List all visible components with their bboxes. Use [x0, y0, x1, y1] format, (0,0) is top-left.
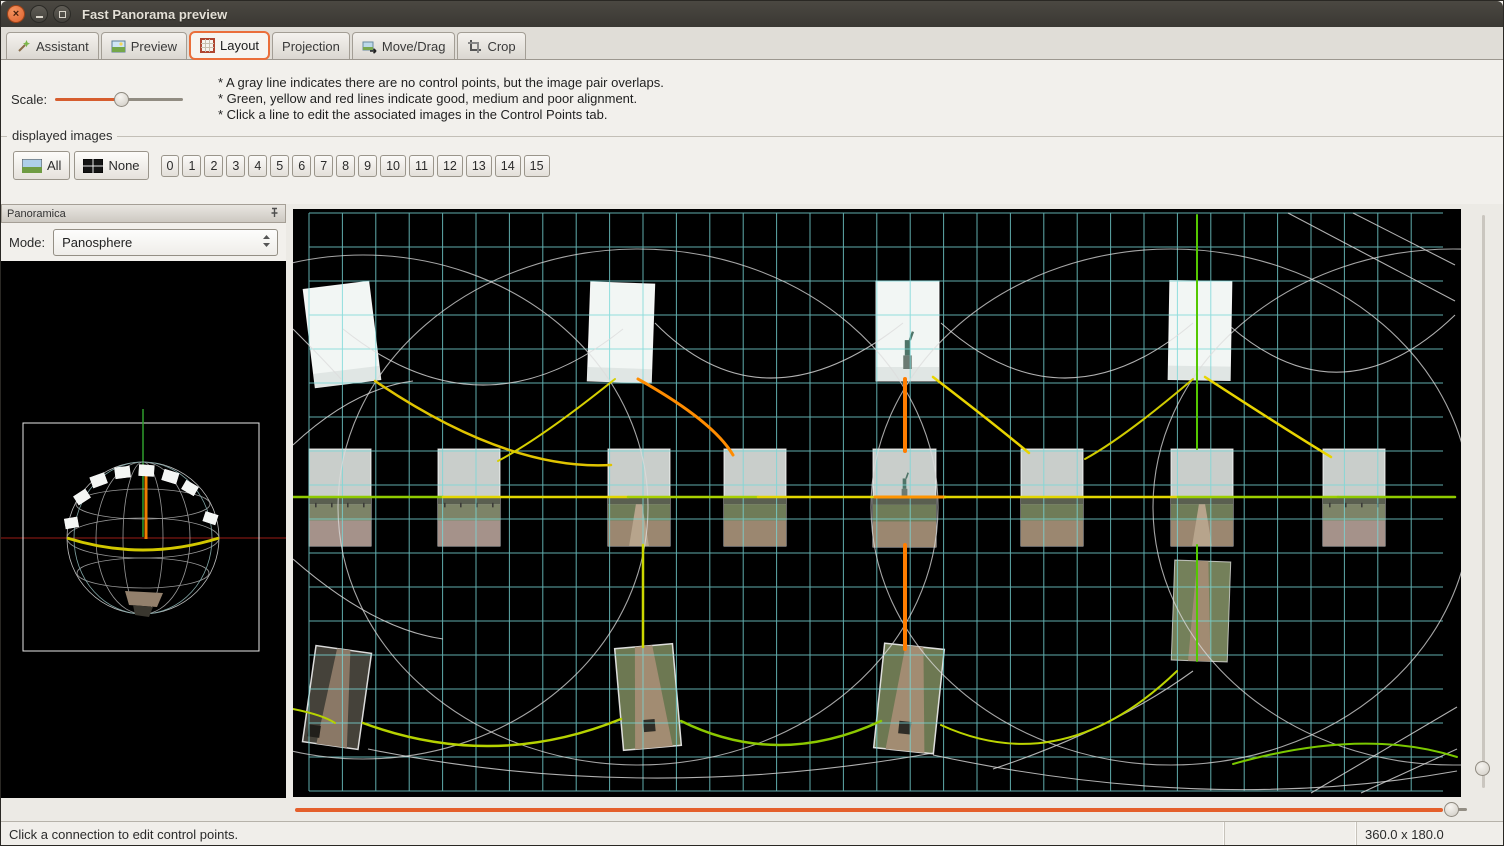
all-button[interactable]: All: [13, 151, 70, 180]
no-images-icon: [83, 159, 103, 173]
image-toggle-0[interactable]: 0: [161, 155, 180, 177]
tab-label: Crop: [487, 39, 515, 54]
image-thumbnail[interactable]: [587, 282, 654, 383]
note-color-lines: * Green, yellow and red lines indicate g…: [218, 91, 664, 107]
layout-icon: [200, 38, 215, 53]
image-toggle-10[interactable]: 10: [380, 155, 406, 177]
spinner-arrows-icon: [262, 234, 271, 251]
all-images-icon: [22, 159, 42, 173]
maximize-button[interactable]: [53, 5, 71, 23]
image-toggle-7[interactable]: 7: [314, 155, 333, 177]
move-drag-icon: [362, 39, 377, 54]
tab-label: Projection: [282, 39, 340, 54]
pano-size-indicator: 360.0 x 180.0: [1357, 822, 1503, 846]
image-toggle-3[interactable]: 3: [226, 155, 245, 177]
vertical-scroll-knob[interactable]: [1475, 761, 1490, 776]
vertical-scroll-track: [1482, 215, 1485, 788]
mode-select[interactable]: Panosphere: [53, 229, 278, 256]
scale-slider[interactable]: [55, 91, 183, 108]
tab-preview[interactable]: Preview: [101, 32, 187, 59]
displayed-images-frame: displayed images All None 0 1 2 3 4 5 6 …: [1, 136, 1503, 204]
image-toggle-group: 0 1 2 3 4 5 6 7 8 9 10 11 12 13 14 15: [161, 155, 550, 177]
image-thumbnail[interactable]: [615, 644, 682, 751]
none-button-label: None: [108, 158, 139, 173]
tab-assistant[interactable]: Assistant: [6, 32, 99, 59]
maximize-icon: [59, 11, 66, 18]
minimize-button[interactable]: [30, 5, 48, 23]
image-toggle-13[interactable]: 13: [466, 155, 492, 177]
image-toggle-2[interactable]: 2: [204, 155, 223, 177]
vertical-scrollbar[interactable]: [1461, 209, 1504, 798]
panosphere-svg[interactable]: [1, 261, 286, 798]
pin-icon[interactable]: [269, 207, 280, 221]
crop-icon: [467, 39, 482, 54]
image-toggle-8[interactable]: 8: [336, 155, 355, 177]
panosphere-panel: Panoramica Mode: Panosphere: [1, 204, 286, 798]
note-gray-line: * A gray line indicates there are no con…: [218, 75, 664, 91]
image-toggle-11[interactable]: 11: [409, 155, 434, 177]
layout-canvas[interactable]: [293, 209, 1461, 797]
tab-bar: Assistant Preview Layout Projection Move…: [1, 27, 1503, 60]
tab-layout[interactable]: Layout: [189, 31, 270, 60]
image-toggle-14[interactable]: 14: [495, 155, 521, 177]
main-area: Panoramica Mode: Panosphere: [1, 204, 1503, 798]
tab-projection[interactable]: Projection: [272, 32, 350, 59]
tab-crop[interactable]: Crop: [457, 32, 525, 59]
titlebar[interactable]: × Fast Panorama preview: [1, 1, 1503, 27]
image-toggle-9[interactable]: 9: [358, 155, 377, 177]
tab-label: Preview: [131, 39, 177, 54]
hscroll-row: [1, 798, 1503, 821]
panel-title: Panoramica: [7, 208, 66, 220]
note-click-line: * Click a line to edit the associated im…: [218, 107, 664, 123]
scale-slider-fill: [55, 98, 122, 101]
mode-label: Mode:: [9, 235, 45, 250]
image-toggle-5[interactable]: 5: [270, 155, 289, 177]
tab-label: Move/Drag: [382, 39, 446, 54]
image-toggle-4[interactable]: 4: [248, 155, 267, 177]
tab-label: Assistant: [36, 39, 89, 54]
window-title: Fast Panorama preview: [82, 7, 227, 22]
preview-icon: [111, 39, 126, 54]
image-toggle-1[interactable]: 1: [182, 155, 201, 177]
horizontal-scrollbar[interactable]: [293, 798, 1471, 821]
none-button[interactable]: None: [74, 151, 148, 180]
status-bar: Click a connection to edit control point…: [1, 821, 1503, 846]
image-thumbnail[interactable]: [874, 643, 945, 754]
image-toggle-12[interactable]: 12: [437, 155, 463, 177]
close-icon: ×: [13, 9, 19, 20]
mode-select-value: Panosphere: [62, 235, 132, 250]
layout-canvas-area: [286, 204, 1504, 798]
image-thumbnail[interactable]: [876, 281, 939, 381]
tab-label: Layout: [220, 38, 259, 53]
horizontal-scroll-knob[interactable]: [1444, 802, 1459, 817]
assistant-icon: [16, 39, 31, 54]
close-button[interactable]: ×: [7, 5, 25, 23]
displayed-images-label: displayed images: [7, 128, 117, 143]
image-toggle-6[interactable]: 6: [292, 155, 311, 177]
tab-move-drag[interactable]: Move/Drag: [352, 32, 456, 59]
sphere-ground-thumb: [125, 591, 163, 607]
layout-toolbar: Scale: * A gray line indicates there are…: [1, 60, 1503, 136]
horizontal-scroll-fill: [295, 808, 1443, 812]
all-button-label: All: [47, 158, 61, 173]
panosphere-3d-view[interactable]: [1, 261, 286, 803]
minimize-icon: [36, 16, 43, 18]
status-spacer: [1225, 822, 1357, 846]
image-toggle-15[interactable]: 15: [524, 155, 550, 177]
legend-notes: * A gray line indicates there are no con…: [218, 75, 664, 123]
app-window: × Fast Panorama preview Assistant Previe…: [0, 0, 1504, 846]
scale-slider-knob[interactable]: [114, 92, 129, 107]
panosphere-panel-header[interactable]: Panoramica: [1, 204, 286, 223]
scale-slider-track: [127, 98, 183, 101]
mode-row: Mode: Panosphere: [1, 223, 286, 261]
scale-label: Scale:: [11, 92, 47, 107]
status-message: Click a connection to edit control point…: [1, 822, 1225, 846]
